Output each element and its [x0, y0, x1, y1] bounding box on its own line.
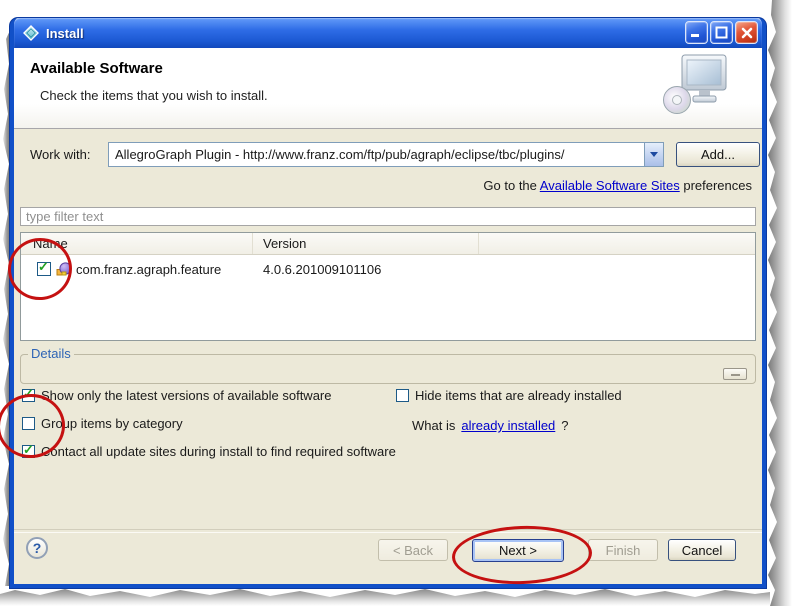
software-table[interactable]: Name Version ✓ com.franz.agraph.feature …	[20, 232, 756, 341]
finish-button: Finish	[588, 539, 658, 561]
option-show-latest[interactable]: ✓ Show only the latest versions of avail…	[22, 386, 332, 403]
close-icon	[741, 27, 752, 38]
check-icon: ✓	[23, 442, 34, 457]
table-header[interactable]: Name Version	[21, 233, 755, 255]
filter-input[interactable]	[20, 207, 756, 226]
update-site-diamond-icon	[23, 25, 39, 41]
sites-line-prefix: Go to the	[483, 178, 540, 193]
option-hide-installed[interactable]: Hide items that are already installed	[396, 388, 622, 403]
option-contact-sites[interactable]: ✓ Contact all update sites during instal…	[22, 442, 396, 459]
next-button[interactable]: Next >	[472, 539, 564, 562]
hide-installed-checkbox[interactable]	[396, 389, 409, 402]
cancel-button[interactable]: Cancel	[668, 539, 736, 561]
column-header-empty	[479, 233, 755, 254]
page-subtitle: Check the items that you wish to install…	[40, 88, 268, 103]
window-title: Install	[46, 25, 84, 41]
option-label: Contact all update sites during install …	[41, 444, 396, 459]
option-group-category[interactable]: Group items by category	[22, 416, 183, 431]
minimize-icon	[691, 34, 699, 37]
table-row[interactable]: ✓ com.franz.agraph.feature 4.0.6.2010091…	[21, 258, 755, 280]
feature-name: com.franz.agraph.feature	[76, 261, 222, 277]
details-toggle-icon	[731, 374, 740, 376]
help-button[interactable]: ?	[26, 537, 48, 559]
sites-preferences-line: Go to the Available Software Sites prefe…	[483, 178, 752, 193]
feature-icon	[56, 262, 72, 276]
check-icon: ✓	[38, 259, 49, 274]
close-button[interactable]	[735, 21, 758, 44]
what-is-suffix: ?	[561, 418, 569, 433]
show-latest-checkbox[interactable]: ✓	[22, 386, 35, 402]
available-software-sites-link[interactable]: Available Software Sites	[540, 178, 680, 193]
wizard-header: Available Software Check the items that …	[14, 48, 762, 129]
option-label: Group items by category	[41, 416, 183, 431]
minimize-button[interactable]	[685, 21, 708, 44]
page-title: Available Software	[30, 60, 163, 77]
button-bar-separator	[14, 529, 762, 533]
details-toggle-button[interactable]	[723, 368, 747, 380]
title-bar[interactable]: Install	[14, 18, 762, 48]
feature-version: 4.0.6.201009101106	[263, 261, 382, 277]
feature-row-checkbox[interactable]: ✓	[37, 259, 51, 276]
option-label: Show only the latest versions of availab…	[41, 388, 332, 403]
work-with-combobox[interactable]: AllegroGraph Plugin - http://www.franz.c…	[108, 142, 664, 167]
column-header-name[interactable]: Name	[21, 233, 253, 254]
details-group	[20, 354, 756, 384]
back-button: < Back	[378, 539, 448, 561]
already-installed-link[interactable]: already installed	[461, 418, 555, 433]
install-dialog: Install Available Software Check the ite…	[10, 18, 766, 588]
details-label: Details	[28, 346, 74, 361]
combo-dropdown-button[interactable]	[644, 143, 663, 166]
work-with-label: Work with:	[30, 147, 91, 162]
maximize-icon	[715, 26, 728, 39]
option-label: Hide items that are already installed	[415, 388, 622, 403]
column-header-version[interactable]: Version	[253, 233, 479, 254]
torn-edge-bottom	[0, 589, 770, 606]
maximize-button[interactable]	[710, 21, 733, 44]
group-items-checkbox[interactable]	[22, 417, 35, 430]
computer-cd-icon	[663, 54, 727, 114]
what-is-installed-line: What is already installed?	[412, 418, 569, 433]
check-icon: ✓	[23, 386, 34, 401]
work-with-value: AllegroGraph Plugin - http://www.franz.c…	[115, 147, 565, 162]
torn-edge-right	[768, 0, 792, 606]
what-is-prefix: What is	[412, 418, 456, 433]
contact-sites-checkbox[interactable]: ✓	[22, 442, 35, 458]
add-button[interactable]: Add...	[676, 142, 760, 167]
chevron-down-icon	[650, 152, 658, 157]
sites-line-suffix: preferences	[679, 178, 752, 193]
